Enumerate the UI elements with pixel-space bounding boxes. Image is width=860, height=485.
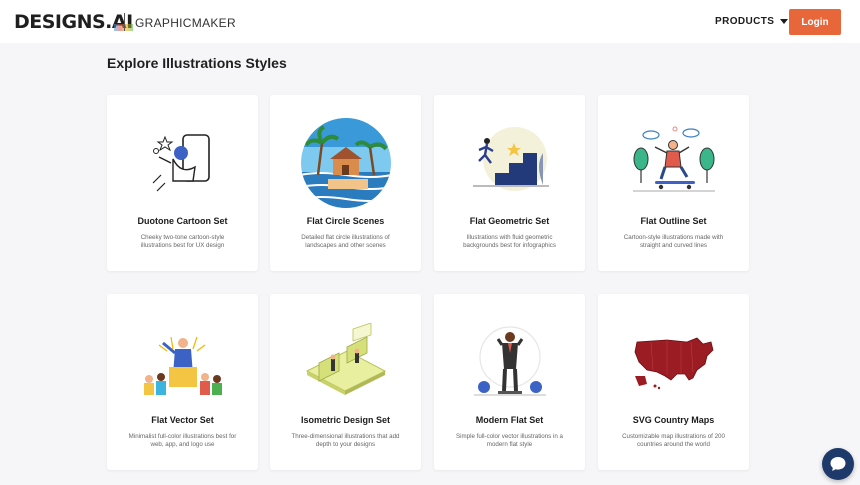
isometric-office-icon [295, 312, 396, 412]
card-title: Flat Geometric Set [469, 216, 550, 226]
card-description: Detailed flat circle illustrations of la… [301, 234, 390, 249]
page-title: Explore Illustrations Styles [107, 55, 287, 71]
logo-divider [124, 13, 125, 31]
card-description: Simple full-color vector illustrations i… [456, 433, 563, 448]
login-button[interactable]: Login [789, 9, 841, 35]
beach-house-circle-icon [295, 113, 396, 213]
chat-bubble-icon [830, 457, 846, 471]
style-card-svg-maps[interactable]: SVG Country Maps Customizable map illust… [598, 294, 749, 470]
skateboarder-icon [623, 113, 724, 213]
card-description: Minimalist full-color illustrations best… [128, 433, 237, 448]
card-description: Customizable map illustrations of 200 co… [622, 433, 725, 448]
duotone-phone-character-icon [132, 113, 233, 213]
card-title: Modern Flat Set [475, 415, 544, 425]
crowd-speaker-icon [132, 312, 233, 412]
caret-down-icon [780, 19, 789, 24]
style-card-flat-outline[interactable]: Flat Outline Set Cartoon-style illustrat… [598, 95, 749, 271]
card-title: Duotone Cartoon Set [137, 216, 228, 226]
card-title: Flat Circle Scenes [306, 216, 385, 226]
stairs-runner-icon [459, 113, 560, 213]
card-title: SVG Country Maps [632, 415, 715, 425]
style-card-flat-vector[interactable]: Flat Vector Set Minimalist full-color il… [107, 294, 258, 470]
products-menu[interactable]: PRODUCTS [715, 16, 789, 27]
style-card-flat-circle[interactable]: Flat Circle Scenes Detailed flat circle … [270, 95, 421, 271]
designs-ai-logo[interactable]: DESIGNS.AI [14, 11, 133, 33]
card-description: Three-dimensional illustrations that add… [291, 433, 400, 448]
products-menu-label: PRODUCTS [715, 16, 775, 27]
businessman-icon [459, 312, 560, 412]
top-navigation-bar: DESIGNS.AI GRAPHICMAKER PRODUCTS Login [0, 0, 860, 43]
card-title: Isometric Design Set [300, 415, 391, 425]
graphicmaker-label[interactable]: GRAPHICMAKER [135, 16, 236, 30]
card-description: Cheeky two-tone cartoon-style illustrati… [140, 234, 225, 249]
style-card-modern-flat[interactable]: Modern Flat Set Simple full-color vector… [434, 294, 585, 470]
style-card-duotone-cartoon[interactable]: Duotone Cartoon Set Cheeky two-tone cart… [107, 95, 258, 271]
card-title: Flat Vector Set [151, 415, 214, 425]
chat-widget-button[interactable] [822, 448, 854, 480]
style-card-flat-geometric[interactable]: Flat Geometric Set Illustrations with fl… [434, 95, 585, 271]
card-title: Flat Outline Set [640, 216, 707, 226]
style-card-isometric[interactable]: Isometric Design Set Three-dimensional i… [270, 294, 421, 470]
card-description: Illustrations with fluid geometric backg… [463, 234, 556, 249]
card-description: Cartoon-style illustrations made with st… [623, 234, 724, 249]
usa-map-icon [623, 312, 724, 412]
